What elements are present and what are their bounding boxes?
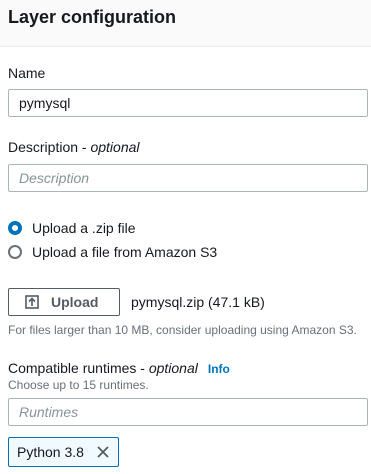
uploaded-file-info: pymysql.zip (47.1 kB) [131,294,265,310]
runtime-token: Python 3.8 [8,437,119,467]
description-optional-text: optional [90,139,140,155]
upload-icon [25,295,39,309]
panel-header: Layer configuration [0,0,371,47]
close-icon[interactable] [94,443,112,461]
upload-hint: For files larger than 10 MB, consider up… [8,323,357,337]
runtimes-optional-text: optional [148,360,198,376]
upload-button[interactable]: Upload [8,288,120,316]
radio-selected-icon[interactable] [8,221,22,235]
name-label: Name [8,64,45,82]
runtimes-label-text: Compatible runtimes - [8,360,149,376]
radio-upload-s3[interactable]: Upload a file from Amazon S3 [8,242,217,262]
radio-upload-zip[interactable]: Upload a .zip file [8,218,136,238]
radio-unselected-icon[interactable] [8,245,22,259]
name-label-text: Name [8,65,46,81]
description-label-text: Description - [8,139,91,155]
description-input[interactable] [8,164,368,192]
layer-configuration-panel: Layer configuration Name Description - o… [0,0,371,474]
name-input[interactable] [8,89,368,117]
runtimes-hint: Choose up to 15 runtimes. [8,378,149,392]
upload-button-label: Upload [51,294,99,310]
runtime-token-label: Python 3.8 [17,444,84,460]
radio-upload-s3-label: Upload a file from Amazon S3 [32,244,218,260]
runtimes-info-link[interactable]: Info [208,362,230,376]
radio-upload-zip-label: Upload a .zip file [32,220,136,236]
runtimes-input[interactable] [8,398,368,426]
panel-title: Layer configuration [8,7,177,27]
runtimes-label: Compatible runtimes - optional Info [8,359,230,378]
description-label: Description - optional [8,138,140,156]
